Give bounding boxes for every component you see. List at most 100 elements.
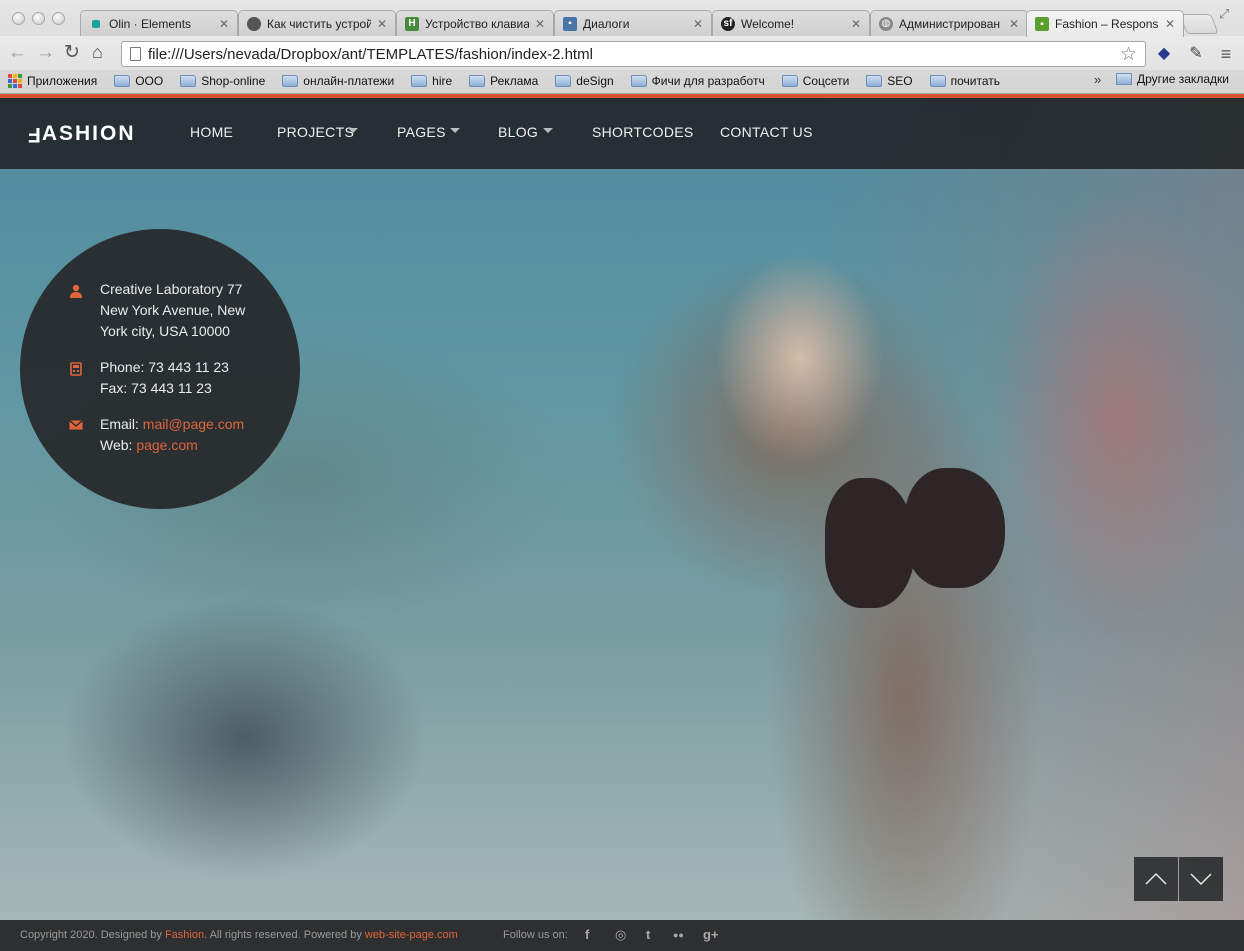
nav-blog[interactable]: BLOG: [498, 124, 538, 140]
bookmark-folder[interactable]: Соцсети: [781, 74, 849, 88]
tab-label: Как чистить устрой: [267, 16, 371, 31]
folder-icon: [929, 75, 946, 87]
copyright-text: Copyright 2020. Designed by Fashion. All…: [20, 929, 458, 941]
folder-icon: [469, 75, 486, 87]
bookmark-apps[interactable]: Приложения: [8, 74, 97, 88]
bookmark-folder[interactable]: Shop-online: [180, 74, 265, 88]
folder-icon: [411, 75, 428, 87]
url-text[interactable]: file:///Users/nevada/Dropbox/ant/TEMPLAT…: [148, 46, 1113, 63]
close-window-button[interactable]: [12, 12, 25, 25]
google-plus-icon[interactable]: g+: [703, 927, 719, 942]
nav-pages[interactable]: PAGES: [397, 124, 446, 140]
site-logo[interactable]: F ASHION: [26, 122, 136, 146]
h-favicon-icon: H: [405, 16, 419, 31]
chevron-down-icon: [450, 128, 460, 133]
square-favicon-icon: [92, 19, 100, 28]
person-icon: [70, 284, 82, 298]
zoom-window-button[interactable]: [52, 12, 65, 25]
new-tab-button[interactable]: [1179, 14, 1219, 34]
symfony-favicon-icon: sf: [721, 16, 735, 31]
close-tab-icon[interactable]: ✕: [693, 17, 703, 31]
chevron-down-icon: [1190, 873, 1212, 886]
hero-image: [0, 98, 1244, 920]
folder-icon: [114, 75, 131, 87]
forward-arrow-icon[interactable]: →: [36, 43, 55, 63]
hero-detail: [905, 468, 1005, 588]
reload-icon[interactable]: ↻: [64, 43, 80, 63]
browser-tab[interactable]: ◍ Администрирован ✕: [870, 10, 1028, 36]
chevron-down-icon: [348, 128, 358, 133]
designer-link[interactable]: Fashion: [165, 929, 204, 941]
folder-icon: [781, 75, 798, 87]
nav-projects[interactable]: PROJECTS: [277, 124, 354, 140]
flickr-icon[interactable]: ●●: [673, 930, 684, 940]
slide-down-button[interactable]: [1179, 857, 1223, 901]
menu-icon[interactable]: ≡: [1216, 44, 1236, 64]
nav-shortcodes[interactable]: SHORTCODES: [592, 124, 694, 140]
contact-address: Creative Laboratory 77 New York Avenue, …: [100, 281, 246, 339]
extension-icon[interactable]: ✎: [1186, 44, 1206, 64]
tab-label: Fashion – Responsi: [1055, 17, 1159, 31]
browser-tab-active[interactable]: ▪ Fashion – Responsi ✕: [1026, 10, 1184, 37]
browser-tab[interactable]: sf Welcome! ✕: [712, 10, 870, 36]
more-bookmarks-button[interactable]: »: [1094, 72, 1101, 87]
chat-favicon-icon: ▪: [563, 16, 577, 31]
browser-chrome: Olin · Elements ✕ Как чистить устрой ✕ H…: [0, 0, 1244, 94]
other-bookmarks[interactable]: Другие закладки: [1116, 72, 1229, 86]
close-tab-icon[interactable]: ✕: [219, 17, 229, 31]
envelope-icon: [69, 420, 83, 430]
close-tab-icon[interactable]: ✕: [851, 17, 861, 31]
powered-link[interactable]: web-site-page.com: [365, 929, 458, 941]
speech-favicon-icon: ▪: [1035, 17, 1049, 31]
browser-tab[interactable]: Как чистить устрой ✕: [238, 10, 396, 36]
folder-icon: [866, 75, 883, 87]
home-icon[interactable]: ⌂: [92, 42, 103, 62]
close-tab-icon[interactable]: ✕: [535, 17, 545, 31]
folder-icon: [1116, 73, 1132, 85]
apple-favicon-icon: [247, 16, 261, 31]
folder-icon: [630, 75, 647, 87]
browser-tab[interactable]: H Устройство клавиа ✕: [396, 10, 554, 36]
bookmark-folder[interactable]: hire: [411, 74, 452, 88]
slide-up-button[interactable]: [1134, 857, 1178, 901]
email-link[interactable]: mail@page.com: [143, 416, 244, 432]
browser-tab[interactable]: ▪ Диалоги ✕: [554, 10, 712, 36]
bookmark-folder[interactable]: deSign: [555, 74, 614, 88]
tab-label: Диалоги: [583, 16, 630, 31]
tab-strip: Olin · Elements ✕ Как чистить устрой ✕ H…: [0, 0, 1244, 37]
back-arrow-icon[interactable]: ←: [8, 43, 27, 63]
bookmark-folder[interactable]: почитать: [929, 74, 1000, 88]
nav-home[interactable]: HOME: [190, 124, 233, 140]
chevron-up-icon: [1145, 872, 1167, 885]
bookmark-folder[interactable]: SEO: [866, 74, 913, 88]
chevron-down-icon: [543, 128, 553, 133]
tab-label: Устройство клавиа: [425, 16, 529, 31]
contact-phone: Phone: 73 443 11 23 Fax: 73 443 11 23: [100, 359, 229, 396]
nav-contact[interactable]: CONTACT US: [720, 124, 813, 140]
web-link[interactable]: page.com: [136, 437, 197, 453]
address-bar[interactable]: file:///Users/nevada/Dropbox/ant/TEMPLAT…: [121, 41, 1146, 67]
close-tab-icon[interactable]: ✕: [1009, 17, 1019, 31]
bookmark-folder[interactable]: Фичи для разработч: [630, 74, 765, 88]
bookmarks-bar: Приложения OOO Shop-online онлайн-платеж…: [0, 70, 1244, 92]
globe-favicon-icon: ◍: [879, 16, 893, 31]
close-tab-icon[interactable]: ✕: [1165, 17, 1175, 31]
facebook-icon[interactable]: f: [585, 927, 589, 942]
tab-label: Администрирован: [899, 16, 1001, 31]
bookmark-star-icon[interactable]: ☆: [1120, 43, 1137, 66]
minimize-window-button[interactable]: [32, 12, 45, 25]
page-icon: [130, 47, 141, 61]
browser-tab[interactable]: Olin · Elements ✕: [80, 10, 238, 36]
bookmark-folder[interactable]: Реклама: [469, 74, 538, 88]
tab-label: Olin · Elements: [109, 16, 192, 31]
contact-email: Email: mail@page.com Web: page.com: [100, 416, 245, 453]
twitter-icon[interactable]: t: [646, 927, 650, 942]
folder-icon: [555, 75, 572, 87]
follow-label: Follow us on:: [503, 929, 568, 941]
bookmark-folder[interactable]: онлайн-платежи: [282, 74, 394, 88]
dribbble-icon[interactable]: ◎: [615, 927, 626, 943]
extension-icon[interactable]: ◆: [1154, 44, 1174, 64]
close-tab-icon[interactable]: ✕: [377, 17, 387, 31]
fullscreen-icon[interactable]: ⤢: [1219, 6, 1229, 22]
bookmark-folder[interactable]: OOO: [114, 74, 163, 88]
